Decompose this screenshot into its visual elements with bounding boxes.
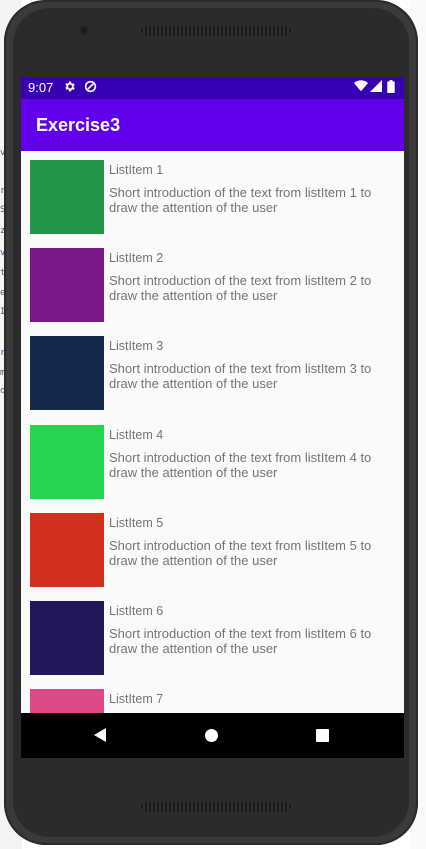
list-item[interactable]: ListItem 7 [21,680,404,713]
item-description: Short introduction of the text from list… [109,185,372,215]
item-title: ListItem 1 [109,163,164,177]
navigation-bar [21,713,404,758]
home-icon[interactable] [205,729,218,742]
item-title: ListItem 5 [109,516,164,530]
item-description: Short introduction of the text from list… [109,361,372,391]
app-toolbar: Exercise3 [21,99,404,151]
list-item[interactable]: ListItem 4 Short introduction of the tex… [21,416,404,504]
item-thumbnail [30,425,104,499]
bottom-speaker [141,801,291,812]
top-speaker [141,25,291,36]
item-description: Short introduction of the text from list… [109,538,372,568]
item-list[interactable]: ListItem 1 Short introduction of the tex… [21,151,404,713]
item-title: ListItem 4 [109,428,164,442]
item-thumbnail [30,160,104,234]
list-item[interactable]: ListItem 5 Short introduction of the tex… [21,504,404,592]
list-item[interactable]: ListItem 6 Short introduction of the tex… [21,592,404,680]
app-title: Exercise3 [36,115,121,135]
wifi-icon [354,80,368,95]
battery-icon [387,80,395,96]
recents-icon[interactable] [316,729,329,742]
back-icon[interactable] [94,728,106,742]
item-title: ListItem 3 [109,339,164,353]
item-thumbnail [30,248,104,322]
status-time: 9:07 [28,80,54,95]
list-item[interactable]: ListItem 1 Short introduction of the tex… [21,151,404,239]
list-item[interactable]: ListItem 3 Short introduction of the tex… [21,327,404,415]
item-description: Short introduction of the text from list… [109,273,372,303]
gear-icon [63,80,76,96]
item-description: Short introduction of the text from list… [109,450,372,480]
item-thumbnail [30,336,104,410]
status-bar: 9:07 [21,77,404,99]
signal-icon [370,80,382,95]
item-description: Short introduction of the text from list… [109,626,372,656]
item-thumbnail [30,601,104,675]
item-title: ListItem 7 [109,692,164,706]
device-screen: 9:07 Exercise3 ListItem 1 Short introduc… [21,77,404,758]
item-thumbnail [30,689,104,713]
item-title: ListItem 6 [109,604,164,618]
list-item[interactable]: ListItem 2 Short introduction of the tex… [21,239,404,327]
front-camera [79,25,89,35]
data-saver-icon [84,80,97,96]
item-thumbnail [30,513,104,587]
item-title: ListItem 2 [109,251,164,265]
